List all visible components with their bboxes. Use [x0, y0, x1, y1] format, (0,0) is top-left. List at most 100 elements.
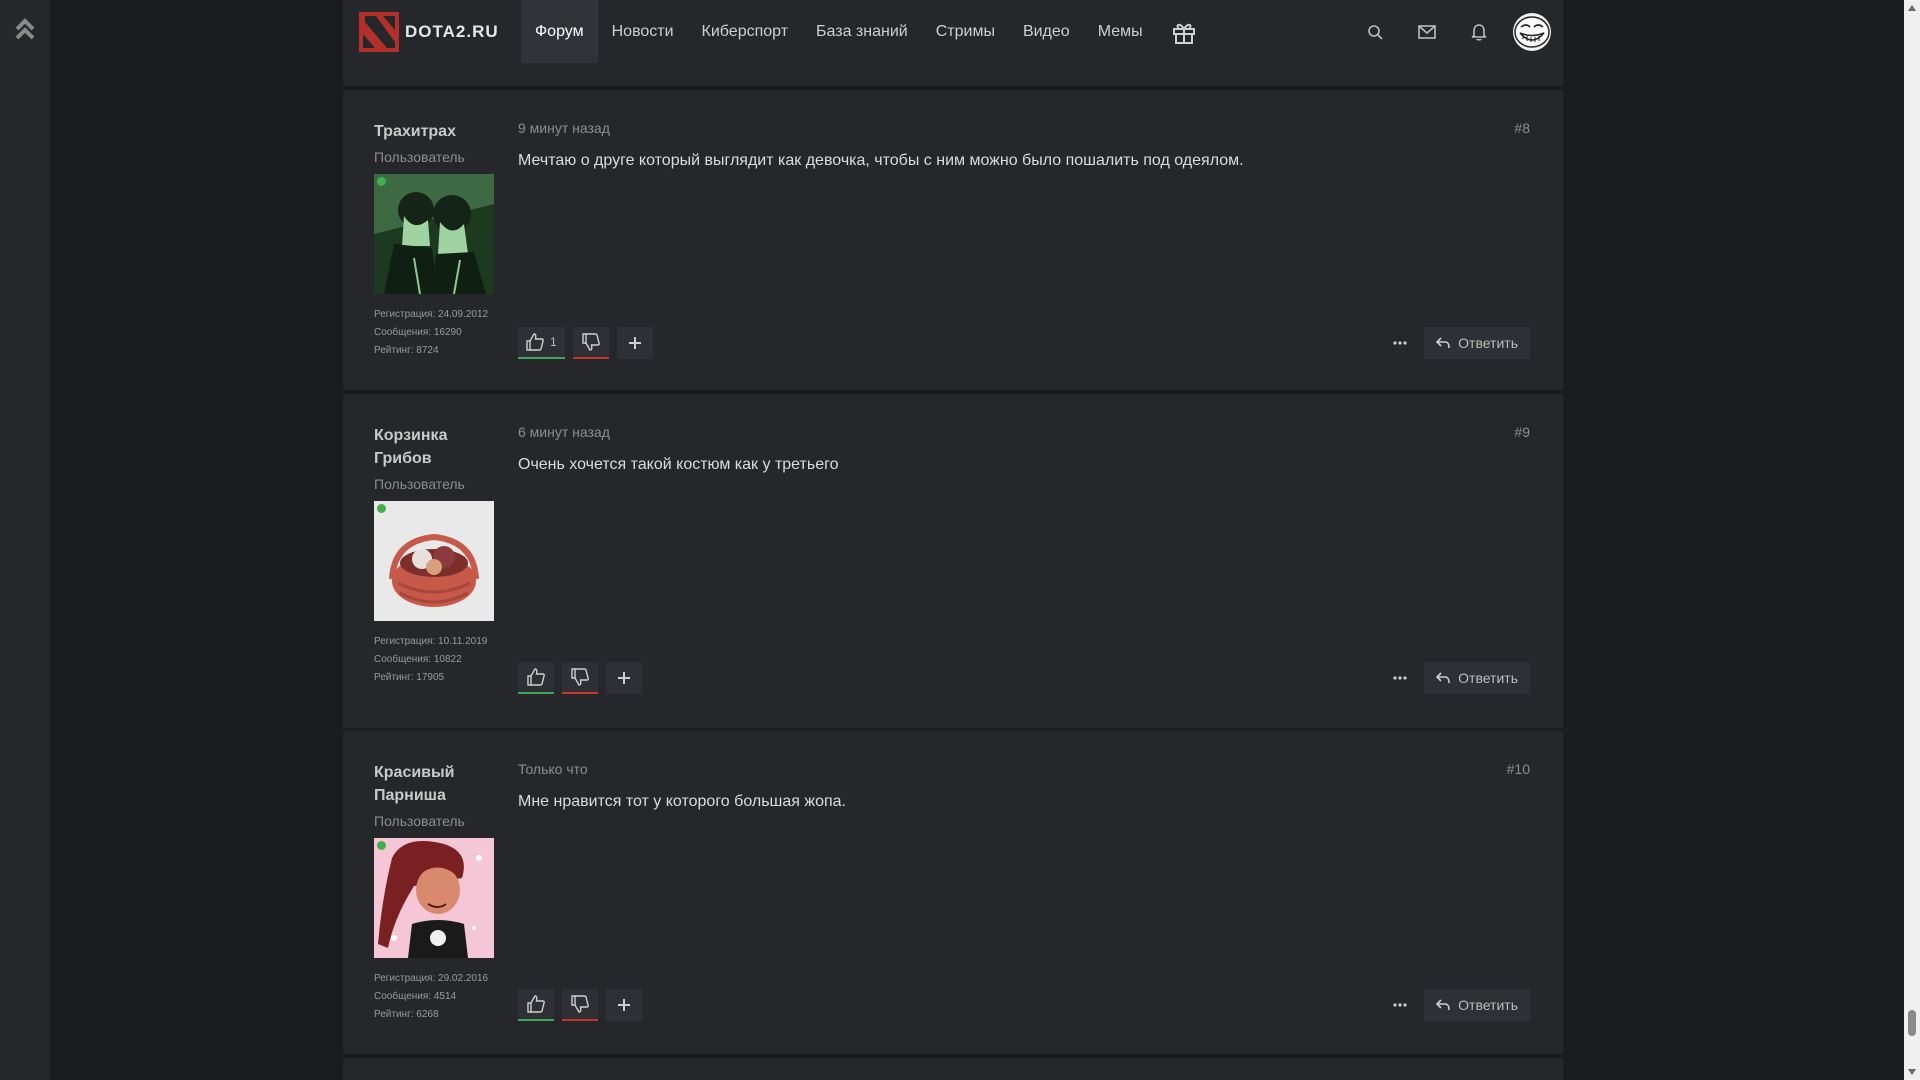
scroll-up-arrow-icon[interactable] [1904, 0, 1920, 16]
more-dots-icon[interactable] [1382, 989, 1418, 1021]
like-count: 1 [550, 335, 557, 349]
dota-logo-icon [359, 11, 399, 52]
more-dots-icon[interactable] [1382, 327, 1418, 359]
like-button[interactable] [518, 662, 554, 694]
post-time: Только что [518, 761, 588, 777]
post-reactions [518, 989, 642, 1021]
author-rating: Рейтинг: 6268 [374, 1009, 439, 1020]
gift-icon[interactable] [1157, 0, 1211, 63]
author-name[interactable]: Трахитрах [374, 120, 499, 143]
author-avatar[interactable] [374, 501, 494, 621]
mail-icon[interactable] [1401, 0, 1453, 63]
like-button[interactable] [518, 989, 554, 1021]
thumbs-down-icon [571, 995, 589, 1013]
author-rating: Рейтинг: 17905 [374, 672, 445, 683]
dislike-button[interactable] [562, 662, 598, 694]
search-icon[interactable] [1349, 0, 1401, 63]
post-author: Корзинка Грибов Пользователь Регистрация… [374, 424, 499, 687]
author-messages: Сообщения: 10822 [374, 654, 462, 665]
author-role: Пользователь [374, 149, 465, 165]
next-post-top [343, 1058, 1563, 1080]
page-scrollbar[interactable] [1904, 0, 1920, 1080]
post-number[interactable]: #10 [1507, 761, 1530, 777]
reply-label: Ответить [1458, 335, 1518, 351]
reply-arrow-icon [1436, 999, 1450, 1011]
post-text: Мечтаю о друге который выглядит как дево… [518, 152, 1244, 169]
author-stats: Регистрация: 24.09.2012 Сообщения: 16290… [374, 306, 499, 360]
post-author: Трахитрах Пользователь Регистрация: 24.0… [374, 120, 499, 360]
plus-icon [628, 337, 641, 349]
main-nav: Форум Новости Киберспорт База знаний Стр… [521, 0, 1211, 63]
site-logo[interactable]: DOTA2.RU [343, 0, 521, 63]
forum-post: Трахитрах Пользователь Регистрация: 24.0… [343, 90, 1563, 390]
post-author: Красивый Парниша Пользователь Регистраци… [374, 761, 499, 1024]
nav-memes[interactable]: Мемы [1084, 0, 1157, 63]
add-reaction-button[interactable] [606, 989, 642, 1021]
post-number[interactable]: #8 [1514, 120, 1530, 136]
forum-post: Красивый Парниша Пользователь Регистраци… [343, 731, 1563, 1054]
author-registration: Регистрация: 29.02.2016 [374, 973, 489, 984]
reply-arrow-icon [1436, 672, 1450, 684]
online-indicator [377, 504, 386, 513]
nav-esports[interactable]: Киберспорт [688, 0, 802, 63]
online-indicator [377, 841, 386, 850]
thumbs-down-icon [571, 668, 589, 686]
author-stats: Регистрация: 29.02.2016 Сообщения: 4514 … [374, 970, 499, 1024]
author-stats: Регистрация: 10.11.2019 Сообщения: 10822… [374, 633, 499, 687]
nav-knowledge-base[interactable]: База знаний [802, 0, 922, 63]
nav-news[interactable]: Новости [598, 0, 688, 63]
plus-icon [618, 999, 630, 1011]
reply-button[interactable]: Ответить [1424, 989, 1530, 1021]
nav-forum[interactable]: Форум [521, 0, 598, 63]
thumbs-down-icon [581, 333, 600, 351]
author-messages: Сообщения: 16290 [374, 327, 462, 338]
plus-icon [618, 672, 630, 684]
post-actions: Ответить [1382, 327, 1530, 359]
user-avatar[interactable] [1513, 12, 1551, 51]
add-reaction-button[interactable] [606, 662, 642, 694]
author-name[interactable]: Красивый Парниша [374, 761, 499, 807]
dislike-button[interactable] [562, 989, 598, 1021]
post-text: Очень хочется такой костюм как у третьег… [518, 456, 839, 473]
logo-text: DOTA2.RU [405, 21, 499, 41]
scroll-down-arrow-icon[interactable] [1904, 1064, 1920, 1080]
author-name[interactable]: Корзинка Грибов [374, 424, 499, 470]
nav-video[interactable]: Видео [1009, 0, 1084, 63]
post-time: 9 минут назад [518, 120, 610, 136]
site-header: DOTA2.RU Форум Новости Киберспорт База з… [343, 0, 1563, 63]
author-registration: Регистрация: 24.09.2012 [374, 309, 489, 320]
author-rating: Рейтинг: 8724 [374, 345, 439, 356]
bell-icon[interactable] [1453, 0, 1505, 63]
header-actions [1349, 0, 1563, 63]
author-role: Пользователь [374, 476, 465, 492]
post-actions: Ответить [1382, 989, 1530, 1021]
reply-button[interactable]: Ответить [1424, 327, 1530, 359]
dislike-button[interactable] [572, 327, 609, 359]
forum-post: Корзинка Грибов Пользователь Регистрация… [343, 394, 1563, 728]
thumbs-up-icon [527, 995, 545, 1013]
thumbs-up-icon [526, 333, 544, 351]
post-text: Мне нравится тот у которого большая жопа… [518, 793, 846, 810]
author-avatar[interactable] [374, 174, 494, 294]
thumbs-up-icon [527, 668, 545, 686]
add-reaction-button[interactable] [616, 327, 653, 359]
post-reactions [518, 662, 642, 694]
like-button[interactable]: 1 [518, 327, 565, 359]
more-dots-icon[interactable] [1382, 662, 1418, 694]
scrollbar-thumb[interactable] [1908, 1010, 1916, 1036]
post-time: 6 минут назад [518, 424, 610, 440]
post-actions: Ответить [1382, 662, 1530, 694]
reply-label: Ответить [1458, 997, 1518, 1013]
author-messages: Сообщения: 4514 [374, 991, 457, 1002]
left-rail [0, 0, 50, 1080]
nav-streams[interactable]: Стримы [922, 0, 1009, 63]
author-role: Пользователь [374, 813, 465, 829]
scroll-to-top-icon[interactable] [12, 16, 38, 42]
post-number[interactable]: #9 [1514, 424, 1530, 440]
reply-button[interactable]: Ответить [1424, 662, 1530, 694]
author-avatar[interactable] [374, 838, 494, 958]
post-reactions: 1 [518, 327, 653, 359]
previous-post-bottom [343, 63, 1563, 87]
reply-arrow-icon [1436, 337, 1450, 349]
reply-label: Ответить [1458, 670, 1518, 686]
